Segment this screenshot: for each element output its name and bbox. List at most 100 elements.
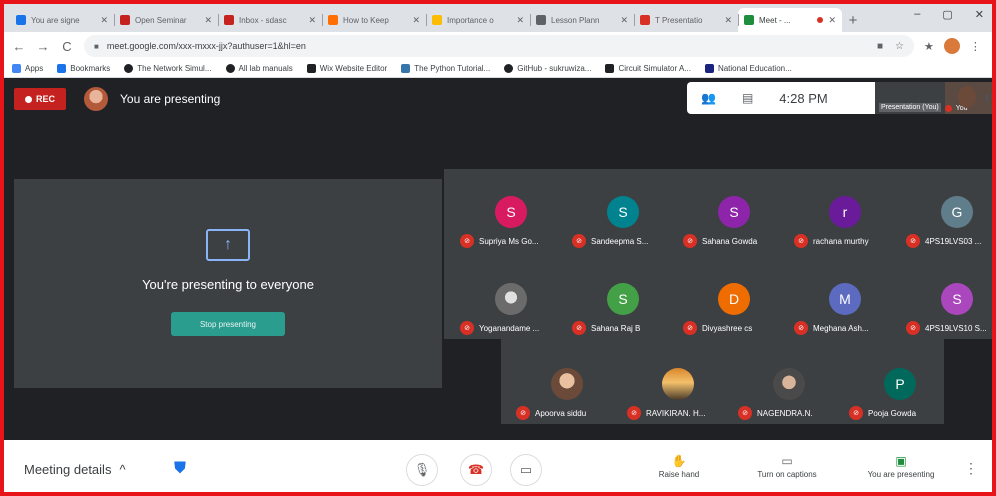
circuit-icon: [605, 64, 615, 73]
leave-call-button[interactable]: ☎: [460, 454, 492, 486]
video-camera-icon: ▭: [519, 462, 533, 477]
browser-tab[interactable]: How to Keep ✕: [322, 8, 426, 32]
participant-name: Sahana Gowda: [702, 236, 758, 246]
participant-name: 4PS19LVS10 S...: [925, 323, 987, 333]
avatar: S: [607, 196, 639, 228]
participant-name-row: ⊘ Sahana Gowda: [683, 234, 793, 248]
extension-icon[interactable]: ★: [924, 40, 934, 53]
mic-off-icon: ⊘: [906, 321, 920, 335]
avatar: M: [829, 283, 861, 315]
close-icon[interactable]: ✕: [412, 15, 420, 26]
tab-favicon: [224, 15, 234, 25]
camera-icon[interactable]: ■: [877, 41, 883, 52]
star-icon[interactable]: ☆: [895, 41, 904, 52]
reload-icon[interactable]: C: [60, 39, 74, 54]
participant-name-row: ⊘ Apoorva siddu: [516, 406, 626, 420]
mic-off-icon: ⊘: [738, 406, 752, 420]
maximize-icon[interactable]: ▢: [942, 8, 952, 21]
captions-button[interactable]: ▭ Turn on captions: [742, 454, 832, 479]
close-icon[interactable]: ✕: [204, 15, 212, 26]
captions-icon: ▭: [781, 454, 793, 468]
shield-icon[interactable]: ⛊: [170, 458, 190, 480]
raise-hand-label: Raise hand: [658, 470, 700, 479]
chat-icon[interactable]: ▤: [742, 91, 753, 105]
participant-tile[interactable]: ⊘ NAGENDRA.N.: [734, 368, 844, 428]
close-icon[interactable]: ✕: [308, 15, 316, 26]
participant-tile[interactable]: S ⊘ Supriya Ms Go...: [456, 196, 566, 256]
self-view-tile[interactable]: Presentation (You) You ⁞: [875, 82, 992, 114]
mic-off-icon: ⊘: [683, 234, 697, 248]
bookmark-item[interactable]: Wix Website Editor: [306, 64, 387, 73]
participant-tile[interactable]: G ⊘ 4PS19LVS03 ...: [902, 196, 992, 256]
participant-name-row: ⊘ Pooja Gowda: [849, 406, 959, 420]
participant-tile[interactable]: S ⊘ Sahana Gowda: [679, 196, 789, 256]
tab-favicon: [328, 15, 338, 25]
camera-button[interactable]: ▭: [510, 454, 542, 486]
minimize-icon[interactable]: –: [914, 8, 920, 21]
close-icon[interactable]: ✕: [100, 15, 108, 26]
browser-tab[interactable]: Importance o ✕: [426, 8, 530, 32]
browser-toolbar: ← → C ■ meet.google.com/xxx-mxxx-jjx?aut…: [4, 32, 992, 60]
bookmark-item[interactable]: The Network Simul...: [124, 64, 212, 73]
participant-tile[interactable]: ⊘ Yoganandame ...: [456, 283, 566, 343]
close-window-icon[interactable]: ✕: [975, 8, 984, 21]
browser-tab[interactable]: You are signe ✕: [10, 8, 114, 32]
avatar: [662, 368, 694, 400]
raise-hand-button[interactable]: ✋ Raise hand: [634, 454, 724, 479]
bookmark-item[interactable]: All lab manuals: [225, 64, 293, 73]
participant-tile[interactable]: S ⊘ Sahana Raj B: [568, 283, 678, 343]
stop-presenting-button[interactable]: Stop presenting: [171, 312, 285, 336]
close-icon[interactable]: ✕: [828, 15, 836, 26]
close-icon[interactable]: ✕: [516, 15, 524, 26]
participant-name-row: ⊘ 4PS19LVS10 S...: [906, 321, 992, 335]
participant-tile[interactable]: S ⊘ 4PS19LVS10 S...: [902, 283, 992, 343]
participant-tile[interactable]: D ⊘ Divyashree cs: [679, 283, 789, 343]
mic-off-icon: ⊘: [794, 234, 808, 248]
people-icon[interactable]: 👥: [701, 91, 716, 105]
browser-tab-strip: You are signe ✕ Open Seminar ✕ Inbox - sda…: [4, 4, 992, 32]
participant-tile[interactable]: ⊘ Apoorva siddu: [512, 368, 622, 428]
audio-level-icon: ⁞: [985, 94, 988, 103]
microphone-button[interactable]: 🎙: [406, 454, 438, 486]
avatar: r: [829, 196, 861, 228]
bookmark-item[interactable]: Bookmarks: [57, 64, 110, 73]
menu-icon[interactable]: ⋮: [970, 40, 981, 53]
bookmark-item[interactable]: Circuit Simulator A...: [605, 64, 691, 73]
more-options-icon[interactable]: ⋮: [964, 460, 978, 477]
mic-off-icon: [944, 105, 952, 112]
participant-name-row: ⊘ Sahana Raj B: [572, 321, 682, 335]
participant-tile[interactable]: r ⊘ rachana murthy: [790, 196, 900, 256]
presenting-button[interactable]: ▣ You are presenting: [856, 454, 946, 479]
meet-stage: REC You are presenting 👥 ▤ 4:28 PM Prese…: [4, 78, 992, 440]
participant-name: rachana murthy: [813, 236, 869, 246]
browser-tab[interactable]: Inbox - sdasc ✕: [218, 8, 322, 32]
bookmark-item[interactable]: The Python Tutorial...: [401, 64, 490, 73]
back-icon[interactable]: ←: [12, 39, 26, 54]
meeting-details-button[interactable]: Meeting details ^: [24, 462, 126, 477]
address-bar[interactable]: ■ meet.google.com/xxx-mxxx-jjx?authuser=…: [84, 35, 914, 57]
new-tab-button[interactable]: +: [842, 8, 864, 32]
meet-top-controls: 👥 ▤ 4:28 PM: [687, 82, 875, 114]
bookmark-item[interactable]: GitHub - sukruwiza...: [504, 64, 591, 73]
participant-tile[interactable]: S ⊘ Sandeepma S...: [568, 196, 678, 256]
browser-tab[interactable]: Lesson Plann ✕: [530, 8, 634, 32]
profile-avatar[interactable]: [943, 38, 960, 54]
mic-off-icon: ⊘: [516, 406, 530, 420]
close-icon[interactable]: ✕: [620, 15, 628, 26]
bookmark-item[interactable]: Apps: [12, 64, 43, 73]
participant-name-row: ⊘ Yoganandame ...: [460, 321, 570, 335]
participant-name: Divyashree cs: [702, 323, 753, 333]
close-icon[interactable]: ✕: [724, 15, 732, 26]
bookmark-item[interactable]: National Education...: [704, 64, 792, 73]
mic-off-icon: ⊘: [906, 234, 920, 248]
forward-icon[interactable]: →: [36, 39, 50, 54]
browser-tab-active[interactable]: Meet - ... ✕: [738, 8, 842, 32]
participant-tile[interactable]: ⊘ RAVIKIRAN. H...: [623, 368, 733, 428]
participant-tile[interactable]: M ⊘ Meghana Ash...: [790, 283, 900, 343]
browser-tab[interactable]: T Presentatio ✕: [634, 8, 738, 32]
participant-tile[interactable]: P ⊘ Pooja Gowda: [845, 368, 955, 428]
participant-name: Meghana Ash...: [813, 323, 869, 333]
browser-tab[interactable]: Open Seminar ✕: [114, 8, 218, 32]
participant-name-row: ⊘ Divyashree cs: [683, 321, 793, 335]
participant-name-row: ⊘ Supriya Ms Go...: [460, 234, 570, 248]
